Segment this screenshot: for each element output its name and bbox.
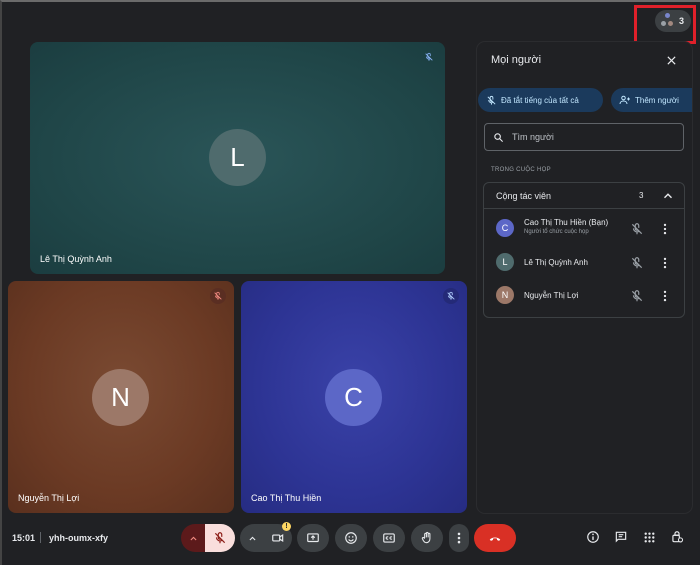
- avatar: N: [92, 369, 149, 426]
- meeting-time: 15:01: [12, 533, 36, 543]
- activities-button[interactable]: [640, 528, 658, 546]
- mute-all-label: Đã tắt tiếng của tất cả: [501, 95, 579, 105]
- close-panel-button[interactable]: [663, 52, 679, 68]
- more-vert-icon[interactable]: [660, 289, 670, 303]
- participant-name: Cao Thị Thu Hiền: [251, 493, 322, 503]
- mute-indicator: [443, 288, 459, 304]
- list-item[interactable]: C Cao Thị Thu Hiền (Bạn) Người tổ chức c…: [484, 213, 684, 245]
- present-button[interactable]: [297, 524, 329, 552]
- person-role: Người tổ chức cuộc họp: [524, 229, 589, 235]
- more-options-button[interactable]: [449, 524, 469, 552]
- emoji-button[interactable]: [335, 524, 367, 552]
- mic-off-icon: [447, 291, 455, 300]
- participant-name: Lê Thị Quỳnh Anh: [40, 254, 112, 264]
- avatar: L: [209, 129, 266, 186]
- camera-icon: [272, 534, 284, 542]
- chat-icon: [615, 531, 627, 543]
- captions-button[interactable]: [373, 524, 405, 552]
- host-controls-icon: [672, 531, 684, 543]
- camera-options-button[interactable]: [240, 524, 264, 552]
- more-vert-icon[interactable]: [660, 222, 670, 236]
- avatar: C: [496, 219, 514, 237]
- video-tile-3[interactable]: C Cao Thị Thu Hiền: [241, 281, 467, 513]
- participant-group: Cộng tác viên 3 C Cao Thị Thu Hiền (Bạn)…: [483, 182, 685, 318]
- mute-indicator: [210, 288, 226, 304]
- chat-button[interactable]: [612, 528, 630, 546]
- captions-icon: [383, 533, 395, 543]
- emoji-icon: [345, 532, 357, 544]
- group-title: Cộng tác viên: [496, 191, 552, 201]
- more-vert-icon[interactable]: [660, 256, 670, 270]
- list-item[interactable]: L Lê Thị Quỳnh Anh: [484, 247, 684, 279]
- group-count: 3: [639, 191, 644, 200]
- call-toolbar: 15:01 yhh-oumx-xfy !: [0, 515, 700, 565]
- host-controls-button[interactable]: [668, 528, 686, 546]
- person-add-icon: [619, 95, 630, 105]
- raise-hand-button[interactable]: [411, 524, 443, 552]
- close-icon: [666, 55, 676, 65]
- mic-off-icon: [487, 95, 496, 105]
- mic-off-icon[interactable]: [630, 256, 644, 270]
- mic-off-icon: [214, 291, 222, 300]
- search-icon: [494, 132, 504, 142]
- avatar: C: [325, 369, 382, 426]
- hang-up-icon: [489, 537, 501, 541]
- search-box[interactable]: [484, 123, 684, 151]
- apps-icon: [644, 532, 654, 542]
- chevron-up-icon: [189, 536, 197, 540]
- list-item[interactable]: N Nguyễn Thị Lợi: [484, 280, 684, 312]
- meeting-code: yhh-oumx-xfy: [49, 533, 109, 543]
- participant-name: Nguyễn Thị Lợi: [18, 493, 80, 503]
- mic-off-icon: [425, 52, 433, 61]
- avatar: N: [496, 286, 514, 304]
- meeting-info-button[interactable]: [584, 528, 602, 546]
- raise-hand-icon: [421, 531, 431, 544]
- group-header[interactable]: Cộng tác viên 3: [484, 183, 684, 209]
- panel-title: Mọi người: [491, 54, 542, 66]
- hang-up-button[interactable]: [474, 524, 516, 552]
- mic-off-icon[interactable]: [630, 289, 644, 303]
- add-people-label: Thêm người: [635, 95, 679, 105]
- video-tile-2[interactable]: N Nguyễn Thị Lợi: [8, 281, 234, 513]
- add-people-button[interactable]: Thêm người: [611, 88, 692, 112]
- divider: [40, 532, 41, 543]
- chevron-up-icon[interactable]: [661, 189, 675, 203]
- highlight-box: [634, 5, 696, 44]
- mute-all-button[interactable]: Đã tắt tiếng của tất cả: [478, 88, 603, 112]
- present-icon: [307, 533, 319, 543]
- chevron-up-icon: [248, 536, 256, 540]
- section-label: TRONG CUỘC HỌP: [491, 167, 551, 173]
- warning-badge-icon: !: [282, 522, 291, 531]
- camera-toggle-button[interactable]: !: [264, 522, 292, 552]
- mic-off-icon: [214, 532, 226, 544]
- more-vert-icon: [457, 532, 461, 544]
- mic-off-icon[interactable]: [630, 222, 644, 236]
- mic-toggle-button[interactable]: [205, 524, 235, 552]
- avatar: L: [496, 253, 514, 271]
- mute-indicator: [421, 49, 437, 65]
- mic-options-button[interactable]: [181, 524, 205, 552]
- search-input[interactable]: [512, 132, 672, 142]
- info-icon: [587, 531, 599, 543]
- person-name: Nguyễn Thị Lợi: [524, 291, 579, 300]
- people-panel: Mọi người Đã tắt tiếng của tất cả Thêm n…: [477, 42, 692, 513]
- person-name: Lê Thị Quỳnh Anh: [524, 258, 588, 267]
- video-tile-1[interactable]: L Lê Thị Quỳnh Anh: [30, 42, 445, 274]
- person-name: Cao Thị Thu Hiền (Bạn): [524, 218, 609, 227]
